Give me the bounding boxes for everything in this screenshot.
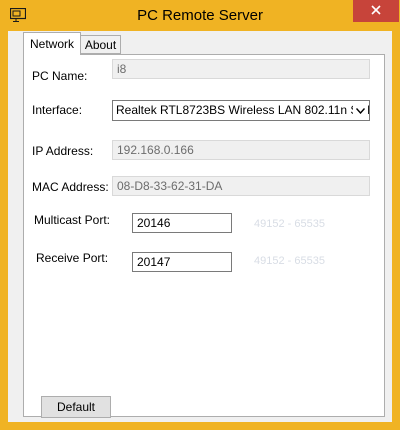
receive-port-range: 49152 - 65535 (254, 255, 325, 267)
ip-address-field[interactable]: 192.168.0.166 (112, 140, 370, 160)
app-window: PC Remote Server Network About PC Name: … (0, 0, 400, 430)
tab-about[interactable]: About (80, 35, 121, 54)
multicast-port-label: Multicast Port: (34, 213, 111, 227)
close-button[interactable] (353, 0, 399, 22)
title-bar[interactable]: PC Remote Server (0, 0, 400, 31)
pc-name-field[interactable]: i8 (112, 59, 370, 79)
multicast-port-range: 49152 - 65535 (254, 218, 325, 230)
tab-network[interactable]: Network (23, 32, 81, 55)
multicast-port-input[interactable] (132, 213, 232, 233)
close-icon (371, 4, 381, 18)
default-button[interactable]: Default (41, 396, 111, 418)
interface-select[interactable]: Realtek RTL8723BS Wireless LAN 802.11n S… (112, 100, 370, 121)
receive-port-input[interactable] (132, 252, 232, 272)
receive-port-label: Receive Port: (36, 251, 109, 265)
network-panel: PC Name: i8 Interface: Realtek RTL8723BS… (23, 54, 385, 418)
interface-selected-value: Realtek RTL8723BS Wireless LAN 802.11n S… (116, 103, 370, 117)
ip-address-label: IP Address: (32, 144, 94, 158)
client-area: Network About PC Name: i8 Interface: Rea… (8, 31, 392, 422)
mac-address-field[interactable]: 08-D8-33-62-31-DA (112, 176, 370, 196)
pc-name-label: PC Name: (32, 69, 88, 83)
mac-address-label: MAC Address: (32, 180, 109, 194)
chevron-down-icon[interactable] (353, 103, 367, 118)
window-title: PC Remote Server (137, 7, 263, 24)
interface-label: Interface: (32, 103, 83, 117)
